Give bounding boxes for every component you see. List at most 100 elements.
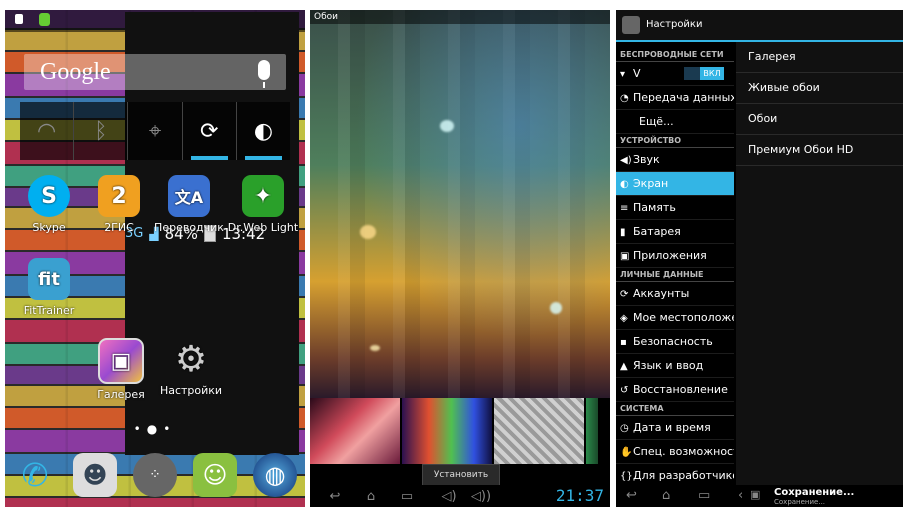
data-usage-icon: ◔ <box>620 93 629 104</box>
translate-icon: 文A <box>168 175 210 217</box>
settings-item-accounts[interactable]: ⟳ Аккаунты <box>616 282 734 306</box>
wallpaper-source-list: Галерея Живые обои Обои Премиум Обои HD <box>736 42 903 485</box>
wallpaper-thumbnail[interactable] <box>494 398 584 464</box>
settings-item-label: Язык и ввод <box>633 359 704 372</box>
set-wallpaper-button[interactable]: Установить обои <box>422 464 500 500</box>
wifi-switch[interactable]: ВКЛ <box>684 67 724 80</box>
saving-title: Сохранение... <box>774 487 855 498</box>
settings-item-apps[interactable]: ▣ Приложения <box>616 244 734 268</box>
2gis-icon: 2 <box>98 175 140 217</box>
app-translator[interactable]: 文A Переводчик <box>153 175 225 234</box>
wallpaper-thumbnail[interactable] <box>402 398 492 464</box>
wifi-icon: ◠ <box>37 118 57 144</box>
settings-item-more[interactable]: Ещё... <box>616 110 734 134</box>
volume-icon[interactable]: ◁) <box>438 489 460 504</box>
settings-item-language[interactable]: ▲ Язык и ввод <box>616 354 734 378</box>
settings-item-label: Аккаунты <box>633 287 690 300</box>
brightness-icon: ◐ <box>253 118 274 144</box>
apps-icon: ▣ <box>620 251 630 262</box>
wallpaper-thumbnail[interactable] <box>310 398 400 464</box>
bluetooth-toggle[interactable]: ᛒ <box>74 102 129 160</box>
notification-chevron-icon[interactable]: ‹ <box>738 488 743 503</box>
app-2gis[interactable]: 2 2ГИС <box>83 175 155 234</box>
settings-title: Настройки <box>646 19 703 30</box>
app-label: Настройки <box>159 384 223 397</box>
settings-item-display[interactable]: ◐ Экран <box>616 172 734 196</box>
browser-icon[interactable]: ◍ <box>253 453 297 497</box>
app-fittrainer[interactable]: fit FitTrainer <box>13 258 85 317</box>
sync-toggle[interactable]: ⟳ <box>183 102 237 160</box>
picture-icon: ▣ <box>750 488 761 501</box>
bluetooth-icon: ᛒ <box>94 118 108 144</box>
wallpaper-preview <box>310 10 610 398</box>
settings-item-sound[interactable]: ◀)Звук <box>616 148 734 172</box>
bokeh-dot <box>360 225 376 239</box>
settings-item-battery[interactable]: ▮ Батарея <box>616 220 734 244</box>
home-icon[interactable]: ⌂ <box>360 489 382 504</box>
storage-icon: ≡ <box>620 203 629 214</box>
drweb-icon: ✦ <box>242 175 284 217</box>
settings-panel: Настройки БЕСПРОВОДНЫЕ СЕТИ ▾ V ВКЛ ◔ Пере… <box>616 10 903 507</box>
wallpaper-option-premium[interactable]: Премиум Обои HD <box>736 135 903 166</box>
settings-item-label: Восстановление <box>633 383 728 396</box>
app-skype[interactable]: S Skype <box>13 175 85 234</box>
wallpaper-option-wallpapers[interactable]: Обои <box>736 104 903 135</box>
wallpaper-option-gallery[interactable]: Галерея <box>736 42 903 73</box>
saving-notification: Сохранение... Сохранение... <box>774 487 854 506</box>
volume-up-icon[interactable]: ◁)) <box>470 489 492 504</box>
app-gallery[interactable]: ▣ Галерея <box>85 338 157 401</box>
settings-item-date-time[interactable]: ◷ Дата и время <box>616 416 734 440</box>
wallpaper-thumbnails <box>310 398 610 464</box>
navigation-bar: ↩ ⌂ ▭ ‹ ▣ Сохранение... Сохранение... <box>616 485 903 507</box>
brightness-toggle[interactable]: ◐ <box>237 102 290 160</box>
app-settings[interactable]: ⚙ Настройки <box>155 338 227 398</box>
app-label: Dr.Web Light <box>227 221 299 234</box>
gps-toggle[interactable]: ⌖ <box>128 102 183 160</box>
app-label: Галерея <box>97 388 145 401</box>
settings-item-label: V <box>633 67 641 80</box>
language-icon: ▲ <box>620 361 628 372</box>
wifi-toggle[interactable]: ◠ <box>20 102 75 160</box>
app-drawer-icon[interactable]: ⁘ <box>133 453 177 497</box>
settings-item-backup[interactable]: ↺ Восстановление <box>616 378 734 402</box>
settings-item-label: Для разработчиков <box>633 469 734 482</box>
navigation-bar: ↩ ⌂ ▭ ◁) ◁)) 21:37 <box>310 485 610 507</box>
section-header: УСТРОЙСТВО <box>616 134 734 148</box>
wallpaper-option-live[interactable]: Живые обои <box>736 73 903 104</box>
settings-app-icon[interactable] <box>622 16 640 34</box>
home-icon[interactable]: ⌂ <box>662 488 670 503</box>
settings-item-storage[interactable]: ≡ Память <box>616 196 734 220</box>
settings-category-list: БЕСПРОВОДНЫЕ СЕТИ ▾ V ВКЛ ◔ Передача данны… <box>616 42 734 488</box>
page-indicator: •●• <box>133 422 177 436</box>
settings-item-wifi[interactable]: ▾ V ВКЛ <box>616 62 734 86</box>
fittrainer-icon: fit <box>28 258 70 300</box>
recent-apps-icon[interactable]: ▭ <box>396 489 418 504</box>
wallpaper-thumbnail[interactable] <box>586 398 598 464</box>
settings-item-location[interactable]: ◈ Мое местоположение <box>616 306 734 330</box>
settings-item-label: Мое местоположение <box>633 311 734 324</box>
settings-item-data-usage[interactable]: ◔ Передача данных <box>616 86 734 110</box>
android-icon <box>39 13 50 26</box>
settings-item-accessibility[interactable]: ✋Спец. возможности <box>616 440 734 464</box>
back-icon[interactable]: ↩ <box>626 488 637 503</box>
recent-apps-icon[interactable]: ▭ <box>698 488 710 503</box>
switch-state: ВКЛ <box>700 67 724 80</box>
home-screen-panel: 3G ▟ 84% 13:42 Google ◠ ᛒ ⌖ ⟳ ◐ S Skype … <box>5 10 305 507</box>
contacts-icon[interactable]: ☻ <box>73 453 117 497</box>
status-bar: 3G ▟ 84% 13:42 <box>5 10 305 455</box>
messaging-icon[interactable]: ☺ <box>193 453 237 497</box>
settings-item-label: Безопасность <box>633 335 713 348</box>
google-search-bar[interactable]: Google <box>24 54 286 90</box>
sync-icon: ⟳ <box>199 118 219 144</box>
app-drweb[interactable]: ✦ Dr.Web Light <box>227 175 299 234</box>
location-icon: ◈ <box>620 313 628 324</box>
settings-item-security[interactable]: ▪ Безопасность <box>616 330 734 354</box>
phone-icon[interactable]: ✆ <box>13 453 57 497</box>
microphone-icon[interactable] <box>258 60 270 88</box>
app-label: FitTrainer <box>23 304 75 317</box>
bokeh-dot <box>370 345 380 351</box>
dock: ✆ ☻ ⁘ ☺ ◍ <box>5 443 305 507</box>
skype-icon: S <box>28 175 70 217</box>
settings-item-label: Приложения <box>633 249 707 262</box>
back-icon[interactable]: ↩ <box>324 489 346 504</box>
